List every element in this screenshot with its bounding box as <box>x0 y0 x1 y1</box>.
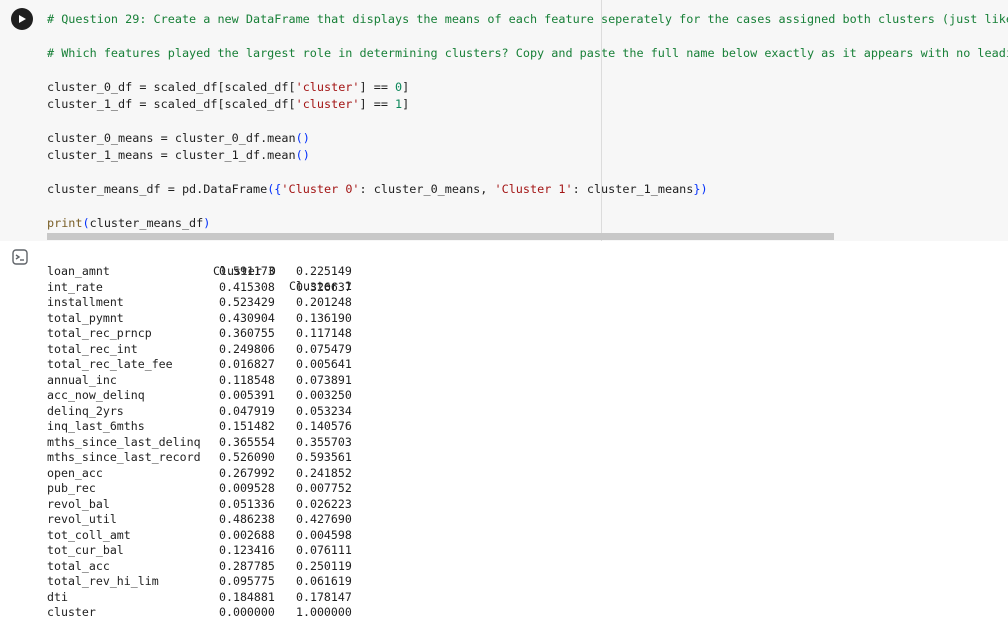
cluster-1-mean: 1.000000 <box>296 605 352 619</box>
cluster-0-mean: 0.430904 <box>219 310 275 325</box>
cluster-1-mean: 0.201248 <box>296 295 352 309</box>
output-actions-button[interactable] <box>10 247 30 267</box>
feature-name: cluster <box>47 605 96 619</box>
cluster-1-mean: 0.140576 <box>296 419 352 433</box>
feature-name: total_acc <box>47 558 110 573</box>
cluster-0-mean: 0.000000 <box>219 605 275 619</box>
code-line-cluster0-df: cluster_0_df = scaled_df[scaled_df['clus… <box>47 80 410 94</box>
feature-name: total_rec_prncp <box>47 326 152 340</box>
editor-ruler <box>601 0 602 241</box>
output-actions-icon <box>12 249 28 265</box>
cluster-0-mean: 0.287785 <box>219 558 275 573</box>
feature-name: total_rec_int <box>47 341 138 356</box>
cluster-1-mean: 0.003250 <box>296 388 352 402</box>
cluster-1-mean: 0.117148 <box>296 326 352 340</box>
feature-name: installment <box>47 295 124 309</box>
cell-output: Cluster 0 Cluster 1 loan_amnt 0.591173 0.2… <box>47 248 352 620</box>
feature-name: acc_now_delinq <box>47 388 145 402</box>
cluster-1-mean: 0.075479 <box>296 341 352 356</box>
feature-name: int_rate <box>47 279 103 294</box>
code-line-cluster1-df: cluster_1_df = scaled_df[scaled_df['clus… <box>47 97 410 111</box>
feature-name: total_pymnt <box>47 310 124 325</box>
cluster-0-mean: 0.009528 <box>219 481 275 495</box>
cluster-1-mean: 0.225149 <box>296 264 352 278</box>
cluster-1-mean: 0.053234 <box>296 403 352 418</box>
cluster-1-mean: 0.178147 <box>296 589 352 604</box>
code-line-comment-question: # Question 29: Create a new DataFrame th… <box>47 12 1008 26</box>
cluster-0-mean: 0.486238 <box>219 512 275 526</box>
cluster-0-mean: 0.591173 <box>219 264 275 278</box>
code-line-comment-which: # Which features played the largest role… <box>47 46 1008 60</box>
cluster-1-mean: 0.355703 <box>296 434 352 449</box>
cluster-0-mean: 0.415308 <box>219 279 275 294</box>
feature-name: annual_inc <box>47 372 117 387</box>
cluster-1-mean: 0.427690 <box>296 512 352 526</box>
cluster-0-mean: 0.267992 <box>219 465 275 480</box>
cluster-0-mean: 0.002688 <box>219 527 275 542</box>
play-icon <box>19 15 26 23</box>
cluster-1-mean: 0.326637 <box>296 279 352 294</box>
code-line-cluster1-means: cluster_1_means = cluster_1_df.mean() <box>47 148 310 162</box>
feature-name: mths_since_last_delinq <box>47 434 201 449</box>
cluster-1-mean: 0.076111 <box>296 543 352 557</box>
cluster-1-mean: 0.004598 <box>296 527 352 542</box>
code-editor[interactable]: # Question 29: Create a new DataFrame th… <box>47 0 1008 241</box>
cluster-0-mean: 0.123416 <box>219 543 275 557</box>
cluster-1-mean: 0.061619 <box>296 574 352 588</box>
output-header-row: Cluster 0 Cluster 1 <box>47 248 352 294</box>
cluster-0-mean: 0.095775 <box>219 574 275 588</box>
cluster-0-mean: 0.365554 <box>219 434 275 449</box>
cluster-0-mean: 0.184881 <box>219 589 275 604</box>
feature-name: total_rec_late_fee <box>47 357 173 371</box>
run-cell-button[interactable] <box>11 8 33 30</box>
cluster-1-mean: 0.007752 <box>296 481 352 495</box>
feature-name: loan_amnt <box>47 264 110 278</box>
feature-name: revol_util <box>47 512 117 526</box>
cluster-0-mean: 0.047919 <box>219 403 275 418</box>
cluster-1-mean: 0.250119 <box>296 558 352 573</box>
feature-name: delinq_2yrs <box>47 403 124 418</box>
feature-name: tot_cur_bal <box>47 543 124 557</box>
cluster-0-mean: 0.118548 <box>219 372 275 387</box>
cluster-1-mean: 0.593561 <box>296 450 352 464</box>
code-line-cluster0-means: cluster_0_means = cluster_0_df.mean() <box>47 131 310 145</box>
cluster-1-mean: 0.026223 <box>296 496 352 511</box>
feature-name: open_acc <box>47 465 103 480</box>
feature-name: total_rev_hi_lim <box>47 574 159 588</box>
cluster-1-mean: 0.005641 <box>296 357 352 371</box>
cluster-1-mean: 0.136190 <box>296 310 352 325</box>
cluster-0-mean: 0.005391 <box>219 388 275 402</box>
horizontal-scrollbar[interactable] <box>47 233 834 240</box>
feature-name: tot_coll_amt <box>47 527 131 542</box>
feature-name: inq_last_6mths <box>47 419 145 433</box>
feature-name: mths_since_last_record <box>47 450 201 464</box>
cluster-0-mean: 0.249806 <box>219 341 275 356</box>
cluster-0-mean: 0.360755 <box>219 326 275 340</box>
code-line-dataframe: cluster_means_df = pd.DataFrame({'Cluste… <box>47 182 708 196</box>
feature-name: pub_rec <box>47 481 96 495</box>
cluster-0-mean: 0.526090 <box>219 450 275 464</box>
code-cell[interactable]: # Question 29: Create a new DataFrame th… <box>0 0 1008 241</box>
cluster-0-mean: 0.051336 <box>219 496 275 511</box>
cluster-0-mean: 0.523429 <box>219 295 275 309</box>
cluster-0-mean: 0.151482 <box>219 419 275 433</box>
feature-name: revol_bal <box>47 496 110 511</box>
cluster-1-mean: 0.073891 <box>296 372 352 387</box>
cluster-0-mean: 0.016827 <box>219 357 275 371</box>
cluster-1-mean: 0.241852 <box>296 465 352 480</box>
feature-name: dti <box>47 589 68 604</box>
code-line-print: print(cluster_means_df) <box>47 216 211 230</box>
